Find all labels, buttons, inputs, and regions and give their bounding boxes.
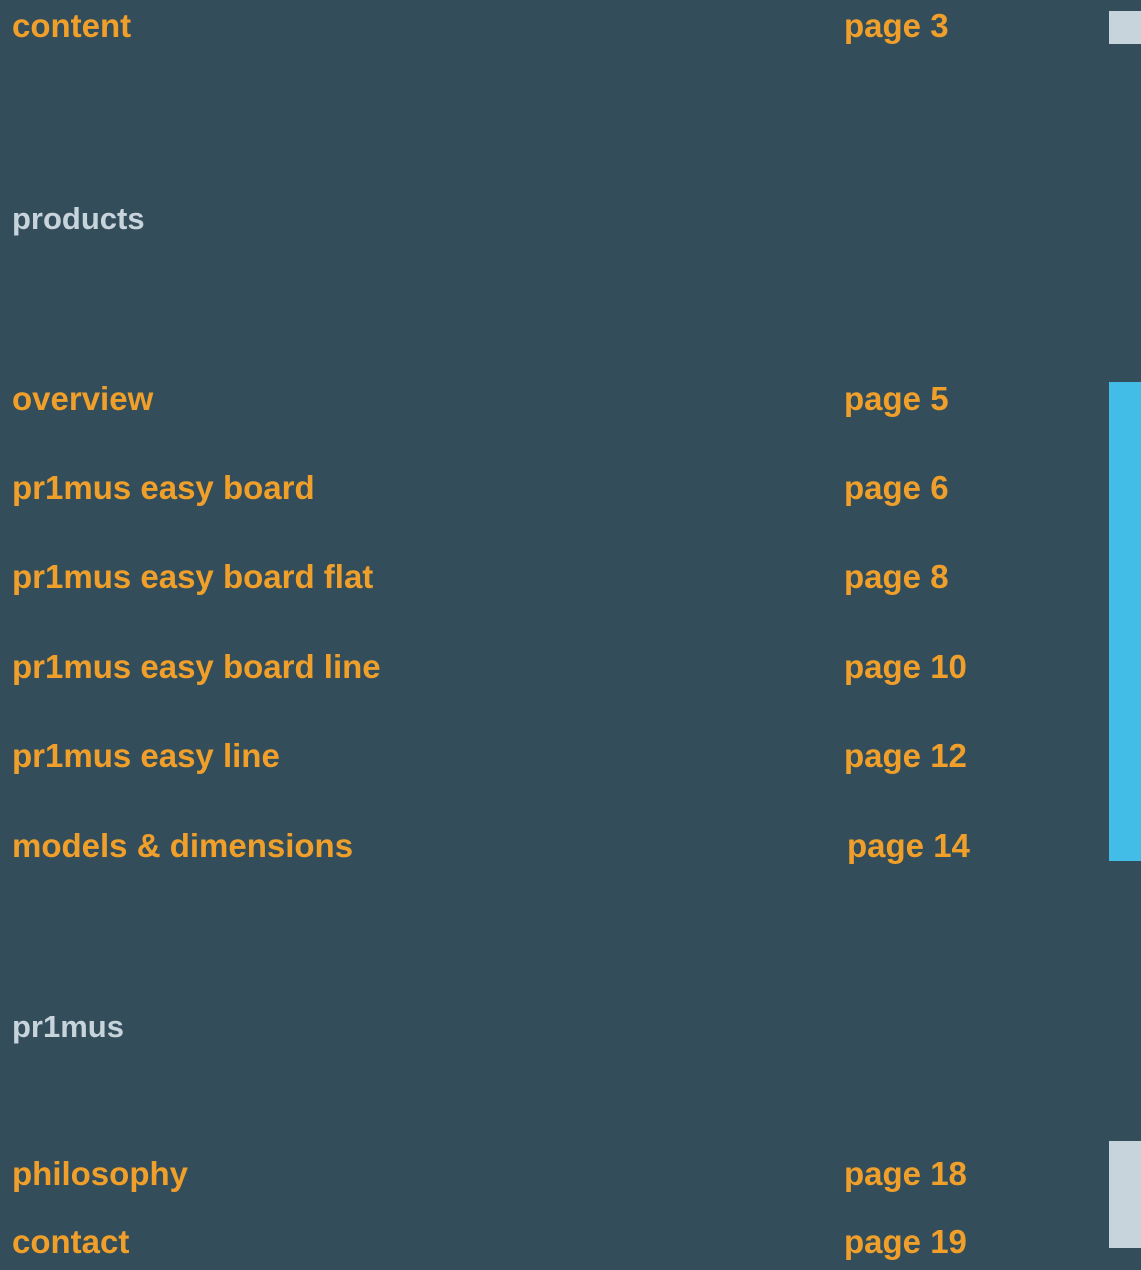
toc-item-title: models & dimensions: [12, 827, 354, 864]
section-marker-products: [1109, 382, 1141, 861]
toc-item-page: page 8: [844, 558, 949, 595]
toc-item-page: page 6: [844, 469, 949, 506]
toc-item-pr1mus-easy-line[interactable]: pr1mus easy line page 12: [0, 734, 1100, 778]
toc-item-pr1mus-easy-board-flat[interactable]: pr1mus easy board flat page 8: [0, 555, 1100, 599]
section-marker-content: [1109, 11, 1141, 44]
toc-header-content[interactable]: content page 3: [0, 4, 1100, 48]
toc-item-title: overview: [12, 380, 154, 417]
toc-item-page: page 14: [847, 827, 970, 864]
toc-item-pr1mus-easy-board-line[interactable]: pr1mus easy board line page 10: [0, 645, 1100, 689]
section-marker-pr1mus: [1109, 1141, 1141, 1248]
toc-item-models-dimensions[interactable]: models & dimensions page 14: [0, 824, 1100, 868]
toc-item-page: page 18: [844, 1155, 967, 1192]
toc-item-title: philosophy: [12, 1155, 188, 1192]
toc-item-page: page 5: [844, 380, 949, 417]
toc-item-title: pr1mus easy board: [12, 469, 315, 506]
toc-item-overview[interactable]: overview page 5: [0, 377, 1100, 421]
toc-header-page: page 3: [844, 7, 949, 44]
toc-item-pr1mus-easy-board[interactable]: pr1mus easy board page 6: [0, 466, 1100, 510]
toc-item-philosophy[interactable]: philosophy page 18: [0, 1152, 1100, 1196]
toc-item-title: pr1mus easy board flat: [12, 558, 374, 595]
toc-item-title: pr1mus easy line: [12, 737, 280, 774]
section-heading-pr1mus: pr1mus: [12, 1009, 124, 1044]
toc-item-title: contact: [12, 1223, 130, 1260]
toc-item-contact[interactable]: contact page 19: [0, 1220, 1100, 1264]
toc-item-page: page 12: [844, 737, 967, 774]
toc-item-page: page 19: [844, 1223, 967, 1260]
toc-header-title: content: [12, 7, 132, 44]
toc-item-page: page 10: [844, 648, 967, 685]
section-heading-products: products: [12, 201, 145, 236]
toc-item-title: pr1mus easy board line: [12, 648, 381, 685]
